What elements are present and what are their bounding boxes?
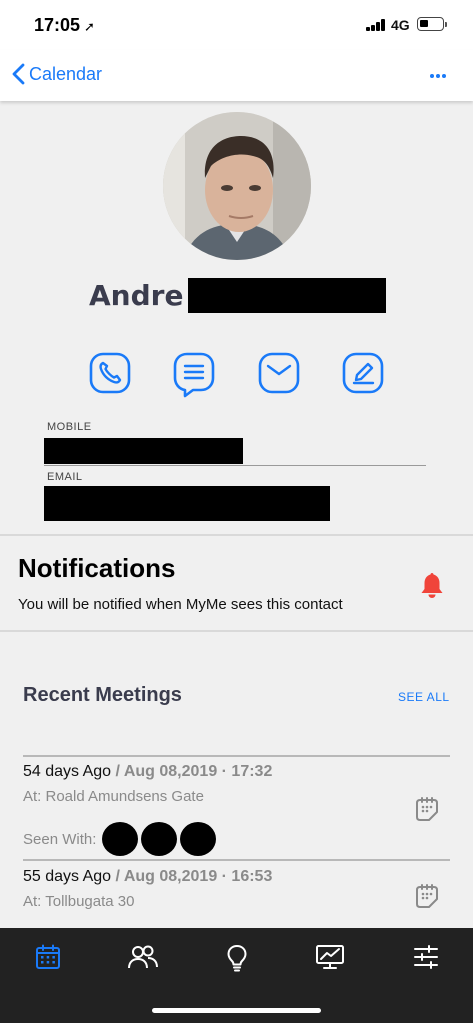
calendar-icon[interactable] [35,944,61,970]
settings-sliders-icon[interactable] [413,944,439,970]
location-arrow-icon: ➚ [84,19,95,34]
meeting-seen-with: Seen With: [23,822,219,856]
avatar [102,822,139,856]
network-type: 4G [391,17,410,33]
meeting-location: At: Tollbugata 30 [23,893,135,910]
list-item[interactable]: 54 days Ago / Aug 08,2019 · 17:32 At: Ro… [23,763,450,856]
status-time: 17:05 ➚ [34,15,95,36]
email-label: EMAIL [47,471,83,483]
divider [23,859,450,861]
recent-meetings-title: Recent Meetings [23,684,182,706]
meeting-date: Aug 08,2019 · 16:53 [123,868,273,885]
nav-bar: Calendar [0,50,473,101]
meeting-when: 55 days Ago / Aug 08,2019 · 16:53 [23,868,450,886]
phone-icon[interactable] [89,352,131,398]
divider [44,465,426,466]
notifications-description: You will be notified when MyMe sees this… [18,596,343,613]
chart-icon[interactable] [315,944,345,970]
home-indicator[interactable] [152,1008,321,1013]
list-item[interactable]: 55 days Ago / Aug 08,2019 · 16:53 At: To… [23,868,450,918]
clock: 17:05 [34,15,81,35]
attendee-avatars [102,822,219,856]
see-all-link[interactable]: SEE ALL [398,690,450,704]
chevron-left-icon [12,63,25,85]
redacted-last-name [188,277,387,313]
avatar [163,112,311,260]
meeting-location: At: Roald Amundsens Gate [23,788,204,805]
redacted-mobile-value[interactable] [44,438,243,464]
avatar [141,822,178,856]
meeting-ago: 55 days Ago [23,868,112,885]
section-divider [0,630,473,632]
divider [23,755,450,757]
note-icon[interactable] [415,796,439,822]
meeting-when: 54 days Ago / Aug 08,2019 · 17:32 [23,763,450,781]
status-bar: 17:05 ➚ 4G [0,0,473,50]
seen-with-label: Seen With: [23,830,97,848]
contact-name: Andre [89,277,387,313]
more-icon[interactable] [430,74,448,80]
meeting-separator: / [111,868,124,885]
redacted-email-value[interactable] [44,486,330,521]
message-icon[interactable] [173,352,215,398]
meeting-ago: 54 days Ago [23,763,112,780]
section-divider [0,534,473,536]
contact-first-name: Andre [89,278,184,312]
mail-icon[interactable] [258,352,300,398]
contact-actions [0,352,473,400]
avatar [180,822,217,856]
battery-icon [417,17,447,31]
tab-bar [0,928,473,1023]
bell-icon[interactable] [420,571,444,599]
notifications-title: Notifications [18,553,176,583]
edit-icon[interactable] [342,352,384,398]
note-icon[interactable] [415,883,439,909]
mobile-label: MOBILE [47,421,92,433]
meeting-separator: / [111,763,124,780]
back-label: Calendar [29,63,103,84]
meeting-date: Aug 08,2019 · 17:32 [123,763,273,780]
people-icon[interactable] [128,944,158,970]
back-button[interactable]: Calendar [12,63,102,85]
lightbulb-icon[interactable] [224,944,250,972]
signal-icon [366,19,386,31]
